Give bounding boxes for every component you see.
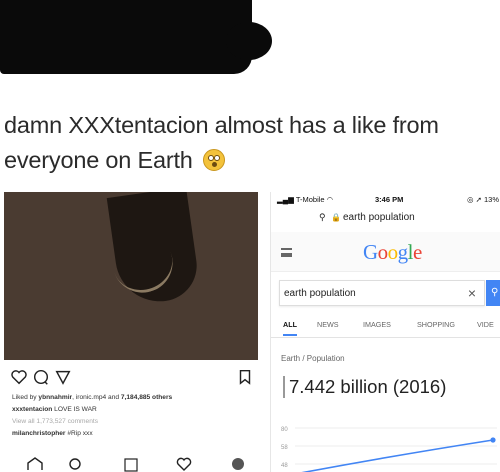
clear-icon[interactable]: ×: [468, 285, 476, 301]
menu-icon[interactable]: [281, 248, 292, 257]
tweet-text: damn XXXtentacion almost has a like from…: [4, 108, 498, 178]
bookmark-icon[interactable]: [236, 368, 254, 386]
redacted-profile: [0, 0, 272, 74]
google-header: Google: [271, 232, 500, 272]
tab-images[interactable]: IMAGES: [363, 320, 391, 329]
instagram-bottom-nav: [27, 457, 244, 472]
carrier-label: ▂▄▆ T-Mobile ◠: [277, 195, 334, 204]
flushed-face-icon: [202, 149, 225, 171]
y-tick-label: 58: [281, 445, 288, 451]
y-tick-label: 48: [281, 463, 288, 469]
tab-news[interactable]: NEWS: [317, 320, 339, 329]
post-photo[interactable]: [4, 192, 258, 360]
profile-avatar-icon[interactable]: [232, 458, 244, 470]
google-logo[interactable]: Google: [363, 240, 422, 265]
post-actions: [10, 368, 254, 388]
current-point: [490, 437, 496, 443]
share-icon[interactable]: [54, 368, 72, 386]
likes-line[interactable]: Liked by ybnnahmir, ironic.mp4 and 7,184…: [12, 392, 256, 404]
search-input[interactable]: earth population ×: [279, 280, 485, 306]
comment-icon[interactable]: [32, 368, 50, 386]
instagram-post: Liked by ybnnahmir, ironic.mp4 and 7,184…: [4, 192, 258, 472]
address-text: earth population: [343, 212, 415, 223]
tab-all[interactable]: ALL: [283, 320, 297, 336]
search-button-icon: ⚲: [491, 287, 499, 298]
search-button[interactable]: ⚲: [486, 280, 500, 306]
explore-icon[interactable]: [69, 458, 81, 470]
comment-line: milanchristopher #Rip xxx: [12, 430, 93, 437]
heart-icon[interactable]: [10, 368, 28, 386]
population-line: [301, 439, 494, 472]
new-post-icon[interactable]: [124, 458, 138, 472]
y-tick-label: 80: [281, 427, 288, 433]
battery-status: ◎ ➚ 13%: [466, 195, 499, 204]
activity-icon[interactable]: [176, 457, 192, 471]
tab-videos[interactable]: VIDE: [477, 320, 494, 329]
clock: 3:46 PM: [375, 195, 404, 204]
search-icon: ⚲: [319, 212, 326, 222]
breadcrumb: Earth / Population: [281, 354, 345, 363]
lock-icon: 🔒: [331, 213, 341, 222]
address-bar[interactable]: ⚲ 🔒 earth population: [271, 208, 500, 228]
tab-shopping[interactable]: SHOPPING: [417, 320, 455, 329]
status-bar: ▂▄▆ T-Mobile ◠ 3:46 PM ◎ ➚ 13%: [271, 192, 500, 206]
view-comments-link[interactable]: View all 1,773,527 comments: [12, 416, 256, 428]
answer-box: 7.442 billion (2016): [283, 376, 446, 398]
population-chart: 80 58 48: [281, 427, 497, 472]
post-details: Liked by ybnnahmir, ironic.mp4 and 7,184…: [12, 392, 256, 440]
search-query: earth population: [284, 288, 356, 299]
phone-screen: ▂▄▆ T-Mobile ◠ 3:46 PM ◎ ➚ 13% ⚲ 🔒 earth…: [270, 192, 500, 472]
search-tabs: ALL NEWS IMAGES SHOPPING VIDE: [271, 318, 500, 338]
caption-line: xxxtentacion LOVE IS WAR: [12, 406, 97, 413]
home-icon[interactable]: [27, 457, 43, 470]
